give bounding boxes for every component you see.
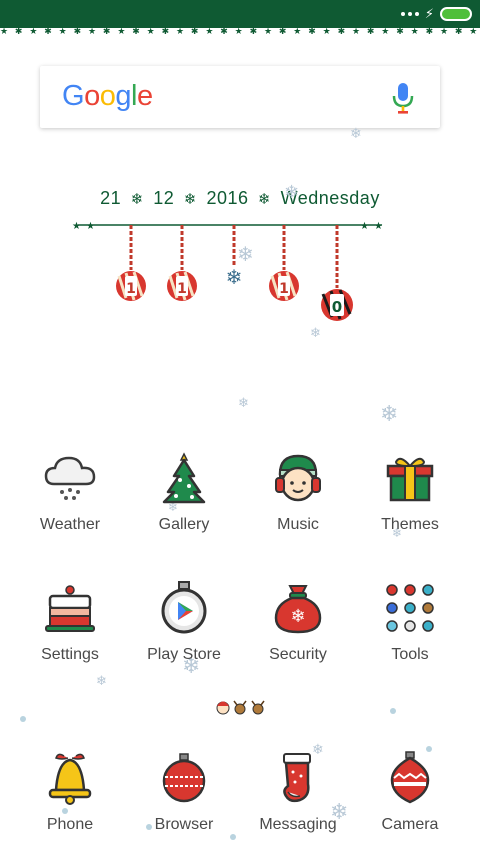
app-themes[interactable]: Themes [350, 444, 470, 544]
logo-letter: e [136, 80, 153, 112]
snowflake-decoration: ❄ [350, 126, 362, 142]
app-label: Phone [46, 816, 94, 833]
snowflake-decoration: ❄ [237, 242, 254, 266]
app-label: Tools [391, 646, 429, 663]
snow-dot [390, 708, 396, 714]
app-settings[interactable]: Settings [10, 574, 130, 674]
ornament-clock: ★ ★ ★ ★ 1 1 ❄ 1 0 [72, 221, 383, 321]
minute-ornament-2: 0 [321, 225, 353, 321]
logo-letter: G [62, 80, 85, 112]
svg-text:★: ★ [374, 221, 383, 232]
reindeer-page-dot-icon [233, 700, 247, 715]
app-label: Settings [41, 646, 99, 663]
app-label: Gallery [158, 516, 210, 533]
more-notifications-icon [400, 12, 419, 16]
snowflake-decoration: ❄ [238, 396, 249, 411]
google-logo: Google [62, 80, 153, 113]
dock-phone[interactable]: Phone [10, 744, 130, 844]
status-icons: ⚡ [400, 5, 472, 23]
snowflake-decoration: ❄ [96, 674, 107, 689]
hour-ornament-2: 1 [167, 225, 197, 301]
clock-digit: 1 [177, 281, 187, 297]
app-weather[interactable]: Weather [10, 444, 130, 544]
app-play-store[interactable]: Play Store [124, 574, 244, 674]
play-store-ornament-icon [161, 581, 207, 634]
app-label: Camera [381, 816, 439, 833]
date-display: 21 ❄ 12 ❄ 2016 ❄ Wednesday [0, 188, 480, 209]
app-label: Play Store [147, 646, 221, 663]
snowflake-separator: ❄ [130, 190, 144, 208]
snowflake-separator: ❄ [183, 190, 197, 208]
app-label: Browser [154, 816, 214, 833]
app-label: Security [269, 646, 327, 663]
app-security[interactable]: ❄ Security [238, 574, 358, 674]
clock-digit: 1 [279, 281, 289, 297]
date-year: 2016 [206, 188, 249, 208]
app-label: Themes [381, 516, 439, 533]
gift-box-icon [386, 457, 434, 502]
star-border-decoration: ★ ✱ ★ ✱ ★ ✱ ★ ✱ ★ ✱ ★ ✱ ★ ✱ ★ ✱ ★ ✱ ★ ✱ … [0, 27, 480, 37]
svg-text:★: ★ [72, 221, 81, 232]
google-search-bar[interactable]: Google [40, 66, 440, 128]
app-gallery[interactable]: Gallery [124, 444, 244, 544]
app-tools-folder[interactable]: Tools [350, 574, 470, 674]
date-month: 12 [153, 188, 175, 208]
santa-sack-icon: ❄ [274, 585, 322, 634]
snowflake-separator: ❄ [258, 190, 272, 208]
dock-messaging[interactable]: Messaging [238, 744, 358, 844]
logo-letter: o [84, 80, 100, 112]
clock-digit: 0 [332, 298, 342, 316]
battery-icon [440, 7, 472, 21]
date-day: 21 [100, 188, 122, 208]
page-indicator[interactable] [216, 698, 266, 716]
snow-dot [20, 716, 26, 722]
app-label: Weather [39, 516, 101, 533]
ornament-ball-icon [162, 753, 206, 803]
charging-icon: ⚡ [424, 6, 434, 22]
weather-cloud-icon [44, 456, 96, 500]
logo-letter: o [99, 80, 116, 112]
snowflake-decoration: ❄ [310, 326, 321, 341]
tools-folder-icon [386, 584, 434, 632]
mic-icon[interactable] [392, 82, 414, 114]
ornament-drop-icon [390, 751, 430, 804]
hour-ornament-1: 1 [116, 225, 146, 301]
svg-text:★: ★ [360, 221, 369, 232]
dock-camera[interactable]: Camera [350, 744, 470, 844]
minute-ornament-1: 1 [269, 225, 299, 301]
cake-icon [45, 585, 95, 632]
svg-text:❄: ❄ [290, 606, 305, 627]
stocking-icon [283, 753, 311, 803]
dock-browser[interactable]: Browser [124, 744, 244, 844]
logo-letter: g [115, 80, 131, 112]
christmas-tree-icon [162, 452, 206, 504]
reindeer-page-dot-icon [251, 700, 265, 715]
app-music[interactable]: Music [238, 444, 358, 544]
clock-digit: 1 [126, 281, 136, 297]
snowflake-decoration: ❄ [284, 182, 300, 203]
snowflake-decoration: ❄ [380, 402, 399, 427]
santa-page-dot-icon [216, 701, 230, 715]
app-label: Music [277, 516, 319, 533]
app-label: Messaging [259, 816, 337, 833]
colon-snowflake-icon: ❄ [226, 265, 243, 289]
svg-text:★: ★ [86, 221, 95, 232]
elf-headphones-icon [275, 454, 321, 502]
bell-icon [48, 753, 92, 805]
status-bar: ⚡ [0, 0, 480, 28]
